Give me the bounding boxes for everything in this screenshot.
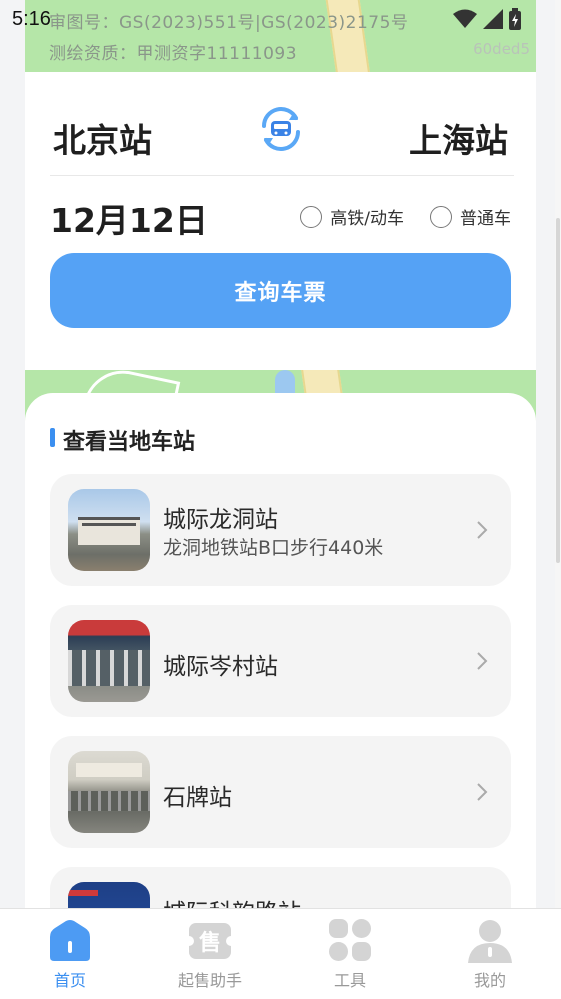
option-label: 普通车: [460, 209, 511, 229]
tab-label: 首页: [53, 971, 86, 990]
scrollbar-track[interactable]: [555, 0, 561, 999]
status-icons: [453, 8, 521, 30]
from-station[interactable]: 北京站: [53, 114, 152, 162]
svg-text:售: 售: [199, 930, 221, 956]
query-tickets-button[interactable]: 查询车票: [50, 253, 511, 328]
station-name: 城际龙洞站: [163, 507, 278, 533]
tab-sale-assistant[interactable]: 售 起售助手: [165, 909, 255, 999]
station-item[interactable]: 城际岑村站: [50, 605, 511, 717]
status-time: 5:16: [12, 8, 51, 30]
station-photo: [68, 751, 150, 833]
option-regular-train[interactable]: 普通车: [430, 204, 511, 229]
scrollbar-thumb[interactable]: [556, 218, 560, 563]
tab-profile[interactable]: 我的: [445, 909, 535, 999]
sale-icon: 售: [184, 923, 236, 959]
station-photo: [68, 489, 150, 571]
station-name: 石牌站: [163, 785, 232, 811]
bottom-tab-bar: 首页 售 起售助手 工具 我的: [0, 908, 561, 999]
station-item[interactable]: 石牌站: [50, 736, 511, 848]
chevron-right-icon: [477, 521, 488, 539]
tab-label: 我的: [473, 971, 506, 990]
tab-home[interactable]: 首页: [25, 909, 115, 999]
departure-date[interactable]: 12月12日: [50, 194, 208, 242]
divider: [50, 175, 514, 176]
map-survey-qualification: 测绘资质：甲测资字11111093: [49, 44, 298, 64]
radio-circle-icon[interactable]: [430, 205, 452, 228]
option-high-speed[interactable]: 高铁/动车: [300, 204, 404, 229]
swap-stations-button[interactable]: [258, 106, 304, 152]
map-code: 60ded5: [473, 40, 530, 58]
train-type-options: 高铁/动车 普通车: [300, 204, 511, 229]
section-title-accent: [50, 428, 55, 447]
station-name: 城际岑村站: [163, 654, 278, 680]
wifi-icon: [453, 9, 477, 28]
station-subtitle: 龙洞地铁站B口步行440米: [163, 537, 384, 559]
station-item[interactable]: 城际龙洞站 龙洞地铁站B口步行440米: [50, 474, 511, 586]
chevron-right-icon: [477, 783, 488, 801]
station-photo: [68, 620, 150, 702]
train-swap-icon: [262, 107, 300, 151]
tab-tools[interactable]: 工具: [305, 909, 395, 999]
radio-circle-icon[interactable]: [300, 205, 323, 228]
map-approval-number: 审图号：GS(2023)551号|GS(2023)2175号: [49, 13, 409, 33]
ticket-search-card: 北京站 上海站 12月12日 高铁/动车 普通车 查询车票: [25, 72, 536, 370]
battery-icon: [509, 8, 521, 30]
section-title: 查看当地车站: [63, 430, 196, 455]
tab-label: 工具: [333, 971, 366, 990]
chevron-right-icon: [477, 652, 488, 670]
home-icon: [50, 920, 90, 961]
to-station[interactable]: 上海站: [409, 114, 508, 162]
option-label: 高铁/动车: [330, 209, 404, 229]
local-stations-section: 查看当地车站 城际龙洞站 龙洞地铁站B口步行440米 城际岑村站 石牌站: [25, 393, 536, 979]
tools-icon: [329, 919, 371, 961]
tab-label: 起售助手: [177, 971, 242, 990]
signal-icon: [483, 9, 503, 29]
profile-icon: [468, 920, 512, 963]
